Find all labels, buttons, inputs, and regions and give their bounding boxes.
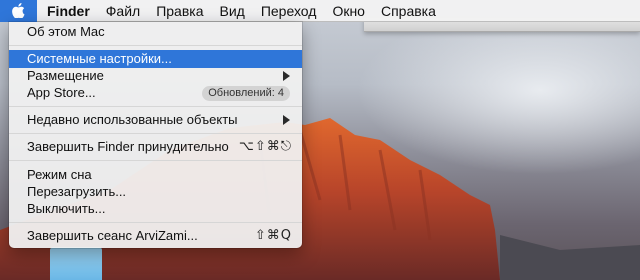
menu-separator bbox=[9, 106, 302, 107]
menu-item-force-quit[interactable]: Завершить Finder принудительно ⌥⇧⌘⎋ bbox=[9, 138, 302, 156]
menu-separator bbox=[9, 133, 302, 134]
logout-shortcut: ⇧⌘Q bbox=[254, 228, 292, 243]
menu-bar: Finder Файл Правка Вид Переход Окно Спра… bbox=[0, 0, 640, 22]
updates-badge: Обновлений: 4 bbox=[202, 85, 290, 101]
menu-item-about-mac[interactable]: Об этом Mac bbox=[9, 23, 302, 41]
force-quit-shortcut: ⌥⇧⌘⎋ bbox=[238, 139, 292, 154]
menu-item-app-store[interactable]: App Store... Обновлений: 4 bbox=[9, 84, 302, 102]
submenu-arrow-icon bbox=[283, 115, 290, 125]
menu-separator bbox=[9, 222, 302, 223]
menu-item-logout[interactable]: Завершить сеанс ArviZami... ⇧⌘Q bbox=[9, 227, 302, 245]
desktop-folder-icon[interactable] bbox=[50, 247, 102, 280]
menu-item-location[interactable]: Размещение bbox=[9, 67, 302, 85]
menu-window[interactable]: Окно bbox=[324, 0, 373, 22]
menu-item-shutdown[interactable]: Выключить... bbox=[9, 200, 302, 218]
menu-item-recent-items[interactable]: Недавно использованные объекты bbox=[9, 111, 302, 129]
menu-finder[interactable]: Finder bbox=[37, 0, 98, 22]
menu-file[interactable]: Файл bbox=[98, 0, 148, 22]
menu-item-restart[interactable]: Перезагрузить... bbox=[9, 183, 302, 201]
menu-help[interactable]: Справка bbox=[373, 0, 444, 22]
menu-separator bbox=[9, 45, 302, 46]
menu-item-system-preferences[interactable]: Системные настройки... bbox=[9, 50, 302, 68]
menu-separator bbox=[9, 160, 302, 161]
menu-view[interactable]: Вид bbox=[212, 0, 253, 22]
submenu-arrow-icon bbox=[283, 71, 290, 81]
apple-menu-button[interactable] bbox=[0, 0, 37, 22]
apple-logo-icon bbox=[12, 3, 25, 18]
menu-item-sleep[interactable]: Режим сна bbox=[9, 166, 302, 184]
menu-go[interactable]: Переход bbox=[253, 0, 325, 22]
menu-edit[interactable]: Правка bbox=[148, 0, 211, 22]
apple-dropdown-menu: Об этом Mac Системные настройки... Разме… bbox=[9, 22, 302, 248]
